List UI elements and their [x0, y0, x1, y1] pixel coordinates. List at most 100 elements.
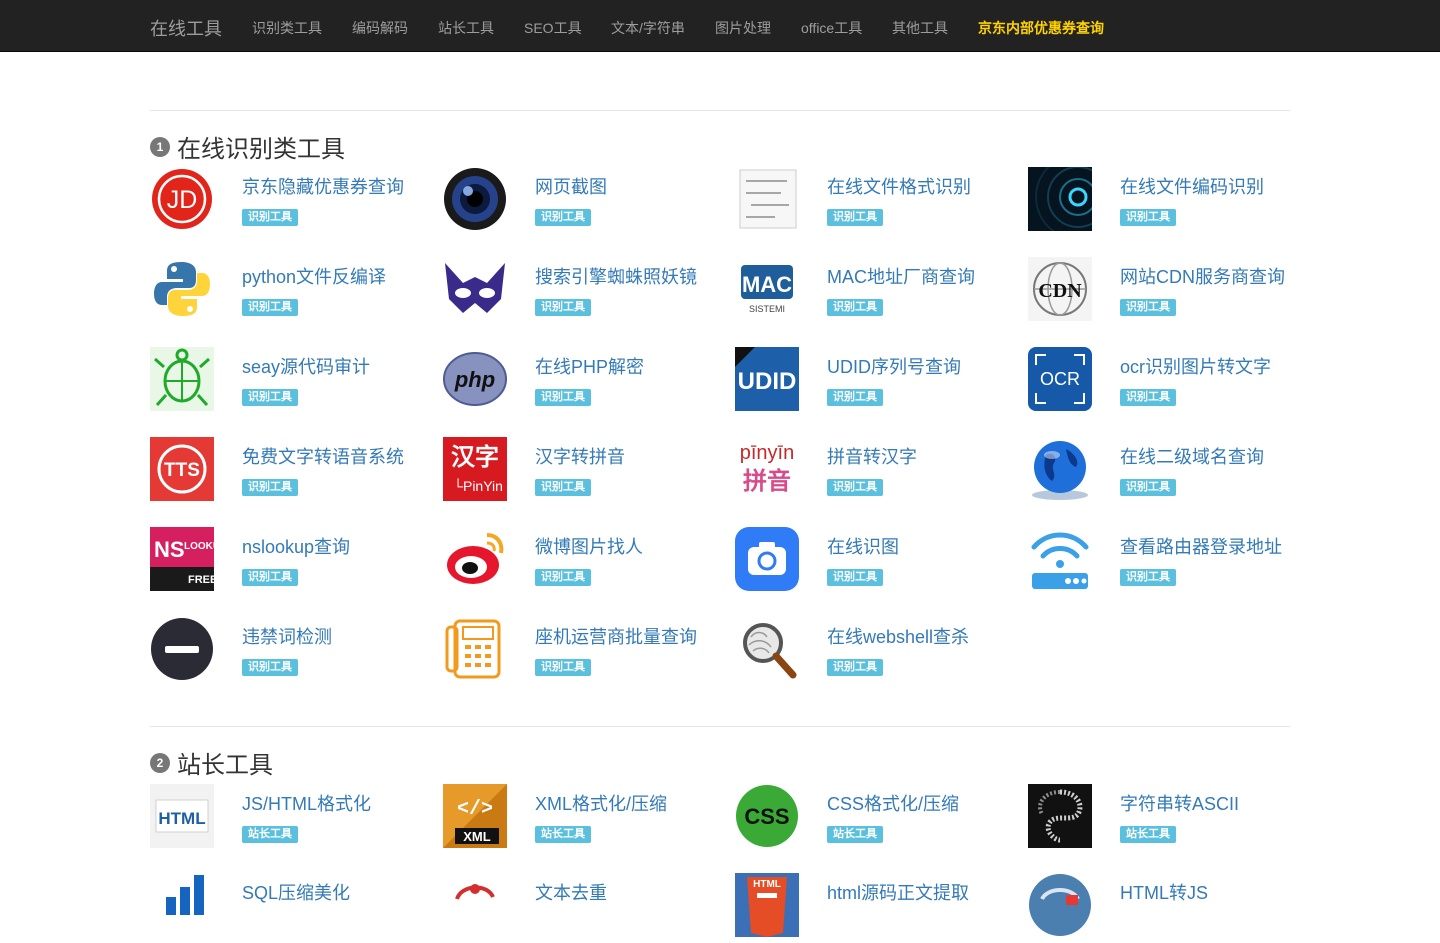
dedupe-icon[interactable]: [443, 873, 507, 937]
text-document-icon[interactable]: [735, 167, 799, 231]
ascii-art-icon[interactable]: [1028, 784, 1092, 848]
turtle-icon[interactable]: [150, 347, 214, 411]
tool-name[interactable]: SQL压缩美化: [242, 879, 350, 905]
css-badge-icon[interactable]: CSS: [735, 784, 799, 848]
tool-name[interactable]: UDID序列号查询: [827, 353, 961, 379]
tool-item[interactable]: NSLOOKUP FREE nslookup查询 识别工具: [150, 527, 435, 597]
nav-item-jd-coupon[interactable]: 京东内部优惠券查询: [978, 18, 1104, 38]
tool-item[interactable]: 搜索引擎蜘蛛照妖镜 识别工具: [443, 257, 728, 327]
ocr-icon[interactable]: OCR: [1028, 347, 1092, 411]
brand-link[interactable]: 在线工具: [150, 15, 222, 41]
tool-item[interactable]: OCR ocr识别图片转文字 识别工具: [1028, 347, 1313, 417]
html5-icon[interactable]: HTML: [735, 873, 799, 937]
python-logo-icon[interactable]: [150, 257, 214, 321]
tool-item[interactable]: TTS 免费文字转语音系统 识别工具: [150, 437, 435, 507]
tool-name[interactable]: MAC地址厂商查询: [827, 263, 975, 289]
tool-item[interactable]: 在线文件格式识别 识别工具: [735, 167, 1020, 237]
tool-name[interactable]: HTML转JS: [1120, 879, 1208, 905]
magnifier-icon[interactable]: [735, 617, 799, 681]
tool-item[interactable]: SQL压缩美化: [150, 873, 435, 943]
tool-name[interactable]: 网站CDN服务商查询: [1120, 263, 1285, 289]
tool-item[interactable]: 文本去重: [443, 873, 728, 943]
nav-item-webmaster[interactable]: 站长工具: [438, 18, 494, 38]
tool-item[interactable]: php 在线PHP解密 识别工具: [443, 347, 728, 417]
tool-name[interactable]: html源码正文提取: [827, 879, 969, 905]
tool-name[interactable]: 在线PHP解密: [535, 353, 644, 379]
nav-item-image[interactable]: 图片处理: [715, 18, 771, 38]
tool-item[interactable]: UDID UDID序列号查询 识别工具: [735, 347, 1020, 417]
tool-item[interactable]: MAC SISTEMI MAC地址厂商查询 识别工具: [735, 257, 1020, 327]
tool-name[interactable]: 在线文件编码识别: [1120, 173, 1264, 199]
tool-item[interactable]: 在线文件编码识别 识别工具: [1028, 167, 1313, 237]
sql-chart-icon[interactable]: [150, 873, 214, 937]
tool-name[interactable]: 在线二级域名查询: [1120, 443, 1264, 469]
wifi-router-icon[interactable]: [1028, 527, 1092, 591]
tool-item[interactable]: CSS CSS格式化/压缩 站长工具: [735, 784, 1020, 854]
tts-icon[interactable]: TTS: [150, 437, 214, 501]
globe-icon[interactable]: [1028, 437, 1092, 501]
tool-item[interactable]: 在线webshell查杀 识别工具: [735, 617, 1020, 687]
tool-item[interactable]: 违禁词检测 识别工具: [150, 617, 435, 687]
tool-item[interactable]: 字符串转ASCII 站长工具: [1028, 784, 1313, 854]
tool-name[interactable]: seay源代码审计: [242, 353, 370, 379]
tool-item[interactable]: CDN 网站CDN服务商查询 识别工具: [1028, 257, 1313, 327]
nslookup-icon[interactable]: NSLOOKUP FREE: [150, 527, 214, 591]
tool-item[interactable]: 汉字 └PinYin 汉字转拼音 识别工具: [443, 437, 728, 507]
nav-item-other[interactable]: 其他工具: [892, 18, 948, 38]
nav-item-seo[interactable]: SEO工具: [524, 18, 582, 38]
tool-item[interactable]: seay源代码审计 识别工具: [150, 347, 435, 417]
cdn-globe-icon[interactable]: CDN: [1028, 257, 1092, 321]
jd-logo-icon[interactable]: JD: [150, 167, 214, 231]
tool-name[interactable]: JS/HTML格式化: [242, 790, 371, 816]
tool-name[interactable]: 在线识图: [827, 533, 899, 559]
tool-name[interactable]: 字符串转ASCII: [1120, 790, 1239, 816]
tool-name[interactable]: 免费文字转语音系统: [242, 443, 404, 469]
tool-item[interactable]: 在线识图 识别工具: [735, 527, 1020, 597]
tool-name[interactable]: 京东隐藏优惠券查询: [242, 173, 404, 199]
nav-item-encode-decode[interactable]: 编码解码: [352, 18, 408, 38]
tool-item[interactable]: </> XML XML格式化/压缩 站长工具: [443, 784, 728, 854]
tool-name[interactable]: 在线文件格式识别: [827, 173, 971, 199]
mask-icon[interactable]: [443, 257, 507, 321]
tool-name[interactable]: 违禁词检测: [242, 623, 332, 649]
tool-name[interactable]: 网页截图: [535, 173, 607, 199]
tool-name[interactable]: 微博图片找人: [535, 533, 643, 559]
no-entry-icon[interactable]: [150, 617, 214, 681]
tool-name[interactable]: XML格式化/压缩: [535, 790, 667, 816]
tool-name[interactable]: 座机运营商批量查询: [535, 623, 697, 649]
tool-item[interactable]: HTML html源码正文提取: [735, 873, 1020, 943]
tool-name[interactable]: python文件反编译: [242, 263, 386, 289]
tool-name[interactable]: 查看路由器登录地址: [1120, 533, 1282, 559]
tool-name[interactable]: nslookup查询: [242, 533, 350, 559]
tool-item[interactable]: HTML JS/HTML格式化 站长工具: [150, 784, 435, 854]
nav-item-text[interactable]: 文本/字符串: [611, 18, 685, 38]
udid-logo-icon[interactable]: UDID: [735, 347, 799, 411]
phone-icon[interactable]: [443, 617, 507, 681]
html-badge-icon[interactable]: HTML: [150, 784, 214, 848]
tool-name[interactable]: 搜索引擎蜘蛛照妖镜: [535, 263, 697, 289]
tool-item[interactable]: python文件反编译 识别工具: [150, 257, 435, 327]
tool-item[interactable]: 查看路由器登录地址 识别工具: [1028, 527, 1313, 597]
tool-item[interactable]: JD 京东隐藏优惠券查询 识别工具: [150, 167, 435, 237]
html-js-icon[interactable]: [1028, 873, 1092, 937]
tool-item[interactable]: 网页截图 识别工具: [443, 167, 728, 237]
tool-item[interactable]: 在线二级域名查询 识别工具: [1028, 437, 1313, 507]
tool-name[interactable]: 在线webshell查杀: [827, 623, 969, 649]
tool-name[interactable]: 文本去重: [535, 879, 607, 905]
tool-item[interactable]: pīnyīn 拼音 拼音转汉字 识别工具: [735, 437, 1020, 507]
camera-app-icon[interactable]: [735, 527, 799, 591]
tool-name[interactable]: ocr识别图片转文字: [1120, 353, 1271, 379]
tool-item[interactable]: HTML转JS: [1028, 873, 1313, 943]
weibo-logo-icon[interactable]: [443, 527, 507, 591]
hanzi-pinyin-icon[interactable]: 汉字 └PinYin: [443, 437, 507, 501]
mac-logo-icon[interactable]: MAC SISTEMI: [735, 257, 799, 321]
tool-name[interactable]: CSS格式化/压缩: [827, 790, 959, 816]
tool-item[interactable]: 微博图片找人 识别工具: [443, 527, 728, 597]
tool-name[interactable]: 汉字转拼音: [535, 443, 625, 469]
nav-item-recognition[interactable]: 识别类工具: [252, 18, 322, 38]
camera-lens-icon[interactable]: [443, 167, 507, 231]
pinyin-hanzi-icon[interactable]: pīnyīn 拼音: [735, 437, 799, 501]
tool-name[interactable]: 拼音转汉字: [827, 443, 917, 469]
xml-badge-icon[interactable]: </> XML: [443, 784, 507, 848]
tool-item[interactable]: 座机运营商批量查询 识别工具: [443, 617, 728, 687]
